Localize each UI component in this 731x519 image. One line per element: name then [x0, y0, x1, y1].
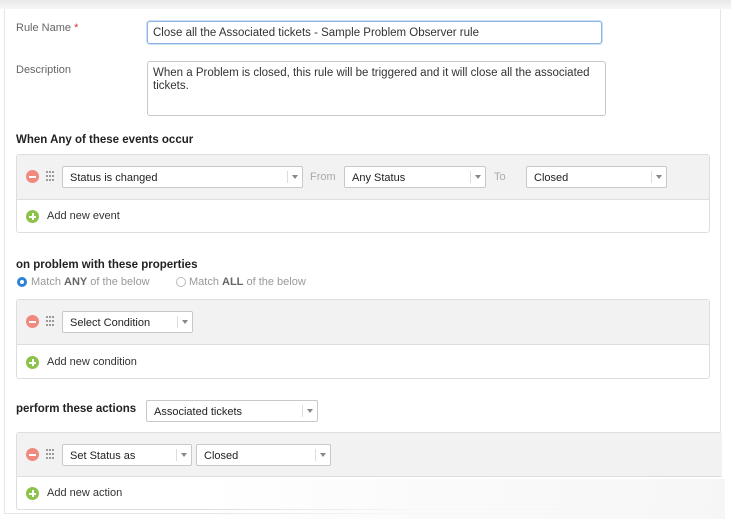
conditions-panel: Select Condition Add new condition [16, 299, 710, 379]
remove-action-icon[interactable] [26, 448, 39, 461]
add-condition-icon[interactable] [26, 356, 39, 369]
match-any-suffix: of the below [87, 276, 150, 288]
top-shadow-bar [0, 0, 731, 9]
add-action-icon[interactable] [26, 487, 39, 500]
match-any-label[interactable]: Match ANY of the below [31, 276, 150, 288]
action-value-select[interactable]: Closed [196, 444, 331, 466]
condition-row: Select Condition [17, 300, 709, 345]
chevron-down-icon [320, 453, 326, 457]
drag-handle-icon[interactable] [46, 449, 55, 459]
add-event-icon[interactable] [26, 210, 39, 223]
bottom-fade-overlay [205, 479, 725, 519]
match-all-suffix: of the below [243, 276, 306, 288]
action-target-select[interactable]: Associated tickets [146, 400, 318, 422]
match-all-radio[interactable] [176, 277, 186, 287]
required-mark: * [74, 22, 79, 34]
actions-section-title: perform these actions [16, 403, 137, 415]
match-any-radio[interactable] [17, 277, 27, 287]
chevron-down-icon [182, 320, 188, 324]
description-label: Description [16, 64, 72, 76]
add-condition-link[interactable]: Add new condition [47, 356, 137, 368]
select-divider [651, 171, 652, 183]
action-value-value: Closed [204, 450, 239, 462]
event-field-select[interactable]: Status is changed [62, 166, 303, 188]
add-event-link[interactable]: Add new event [47, 210, 120, 222]
rule-name-value: Close all the Associated tickets - Sampl… [153, 27, 479, 39]
select-divider [177, 316, 178, 328]
add-condition-row[interactable]: Add new condition [17, 345, 709, 379]
event-to-value: Closed [534, 172, 569, 184]
drag-handle-icon[interactable] [46, 171, 55, 181]
from-label: From [310, 171, 336, 183]
event-to-select[interactable]: Closed [526, 166, 667, 188]
rule-name-label-text: Rule Name [16, 22, 72, 34]
select-divider [287, 171, 288, 183]
description-textarea[interactable]: When a Problem is closed, this rule will… [147, 61, 606, 116]
condition-field-value: Select Condition [70, 317, 151, 329]
conditions-section-title: on problem with these properties [16, 259, 198, 271]
events-panel: Status is changed From Any Status To Clo… [16, 154, 710, 233]
action-field-select[interactable]: Set Status as [62, 444, 192, 466]
add-event-row[interactable]: Add new event [17, 200, 709, 233]
event-from-value: Any Status [352, 172, 406, 184]
action-row: Set Status as Closed [17, 433, 722, 477]
description-value: When a Problem is closed, this rule will… [153, 67, 590, 92]
match-any-bold: ANY [64, 276, 88, 288]
event-field-value: Status is changed [70, 172, 158, 184]
chevron-down-icon [292, 175, 298, 179]
remove-condition-icon[interactable] [26, 315, 39, 328]
select-divider [315, 449, 316, 461]
event-from-select[interactable]: Any Status [344, 166, 486, 188]
to-label: To [494, 171, 506, 183]
match-all-label[interactable]: Match ALL of the below [189, 276, 306, 288]
add-action-link[interactable]: Add new action [47, 487, 122, 499]
match-any-prefix: Match [31, 276, 65, 288]
match-all-bold: ALL [222, 276, 244, 288]
drag-handle-icon[interactable] [46, 316, 55, 326]
chevron-down-icon [181, 453, 187, 457]
chevron-down-icon [475, 175, 481, 179]
rule-name-input[interactable]: Close all the Associated tickets - Sampl… [147, 21, 602, 44]
chevron-down-icon [656, 175, 662, 179]
condition-field-select[interactable]: Select Condition [62, 311, 193, 333]
event-row: Status is changed From Any Status To Clo… [17, 155, 709, 200]
match-all-prefix: Match [189, 276, 223, 288]
chevron-down-icon [307, 409, 313, 413]
remove-event-icon[interactable] [26, 170, 39, 183]
rule-form-card: Rule Name * Close all the Associated tic… [4, 9, 725, 519]
rule-name-label: Rule Name * [16, 22, 78, 34]
action-target-value: Associated tickets [154, 406, 243, 418]
select-divider [302, 405, 303, 417]
action-field-value: Set Status as [70, 450, 136, 462]
events-section-title: When Any of these events occur [16, 134, 194, 146]
select-divider [470, 171, 471, 183]
select-divider [176, 449, 177, 461]
